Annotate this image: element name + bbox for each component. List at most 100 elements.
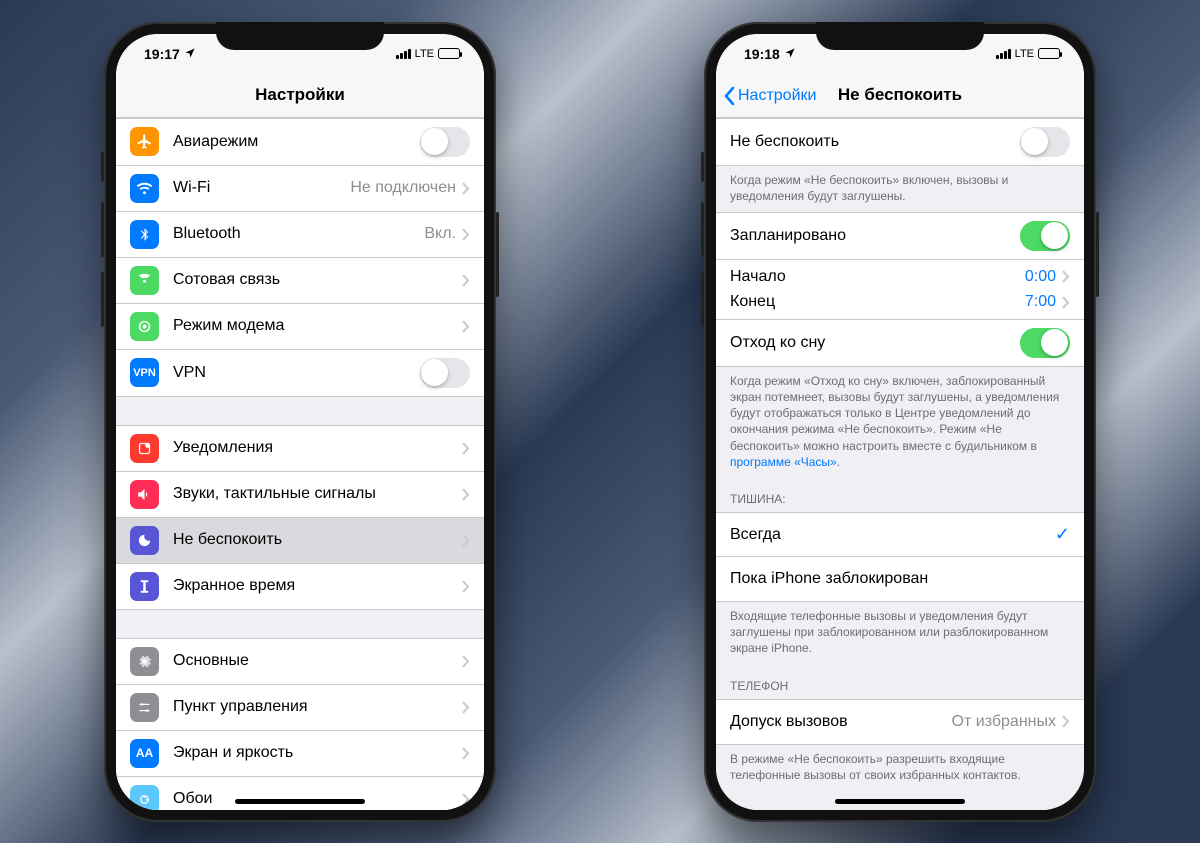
phone-header: ТЕЛЕФОН — [716, 665, 1084, 699]
status-time: 19:17 — [144, 46, 180, 62]
chevron-icon — [462, 793, 470, 806]
settings-row-notifications[interactable]: Уведомления — [116, 426, 484, 472]
settings-list[interactable]: АвиарежимWi-FiНе подключенBluetoothВкл.С… — [116, 118, 484, 810]
chevron-icon — [462, 320, 470, 333]
row-label: Экранное время — [173, 577, 462, 595]
check-icon: ✓ — [1055, 524, 1070, 545]
wallpaper-icon — [130, 785, 159, 810]
chevron-icon — [462, 182, 470, 195]
row-label: Уведомления — [173, 439, 462, 457]
silence-locked-row[interactable]: Пока iPhone заблокирован — [716, 557, 1084, 601]
row-label: Всегда — [730, 526, 1055, 544]
nav-title: Настройки — [255, 85, 345, 105]
chevron-icon — [462, 228, 470, 241]
dnd-icon — [130, 526, 159, 555]
settings-row-airplane[interactable]: Авиарежим — [116, 119, 484, 166]
row-label: Конец — [730, 293, 1025, 311]
row-label: Звуки, тактильные сигналы — [173, 485, 462, 503]
clock-app-link[interactable]: программе «Часы» — [730, 455, 837, 469]
nav-bar: Настройки — [116, 74, 484, 118]
bluetooth-icon — [130, 220, 159, 249]
status-carrier: LTE — [1015, 48, 1034, 60]
row-label: Основные — [173, 652, 462, 670]
battery-icon — [1038, 48, 1060, 59]
silence-header: ТИШИНА: — [716, 478, 1084, 512]
cellular-icon — [130, 266, 159, 295]
chevron-icon — [1062, 715, 1070, 728]
settings-row-sounds[interactable]: Звуки, тактильные сигналы — [116, 472, 484, 518]
bedtime-footer: Когда режим «Отход ко сну» включен, забл… — [716, 367, 1084, 478]
chevron-icon — [462, 655, 470, 668]
hotspot-icon — [130, 312, 159, 341]
chevron-icon — [1062, 270, 1070, 283]
row-label: Пункт управления — [173, 698, 462, 716]
row-value: 0:00 — [1025, 268, 1056, 286]
bedtime-toggle[interactable] — [1020, 328, 1070, 358]
settings-row-bluetooth[interactable]: BluetoothВкл. — [116, 212, 484, 258]
settings-row-wallpaper[interactable]: Обои — [116, 777, 484, 810]
settings-row-screentime[interactable]: Экранное время — [116, 564, 484, 609]
screentime-icon — [130, 572, 159, 601]
back-button[interactable]: Настройки — [724, 74, 816, 118]
scheduled-row[interactable]: Запланировано — [716, 213, 1084, 260]
row-value: Вкл. — [424, 225, 456, 243]
chevron-icon — [462, 747, 470, 760]
airplane-icon — [130, 127, 159, 156]
phone-left: 19:17 LTE Настройки АвиарежимWi-FiНе под… — [104, 22, 496, 822]
settings-row-hotspot[interactable]: Режим модема — [116, 304, 484, 350]
settings-row-cellular[interactable]: Сотовая связь — [116, 258, 484, 304]
notch — [816, 22, 984, 50]
row-label: Допуск вызовов — [730, 713, 952, 731]
phone-right: 19:18 LTE Настройки Не беспокоить Не бес — [704, 22, 1096, 822]
toggle[interactable] — [420, 358, 470, 388]
dnd-settings[interactable]: Не беспокоить Когда режим «Не беспокоить… — [716, 118, 1084, 810]
row-value: Не подключен — [350, 179, 456, 197]
row-label: Экран и яркость — [173, 744, 462, 762]
silence-always-row[interactable]: Всегда ✓ — [716, 513, 1084, 557]
chevron-icon — [1062, 296, 1070, 309]
controlcenter-icon — [130, 693, 159, 722]
row-label: Wi-Fi — [173, 179, 350, 197]
settings-row-dnd[interactable]: Не беспокоить — [116, 518, 484, 564]
scheduled-toggle[interactable] — [1020, 221, 1070, 251]
settings-row-vpn[interactable]: VPN VPN — [116, 350, 484, 396]
signal-icon — [396, 49, 411, 59]
vpn-icon: VPN — [130, 358, 159, 387]
home-indicator[interactable] — [235, 799, 365, 804]
chevron-icon — [462, 534, 470, 547]
chevron-icon — [462, 701, 470, 714]
row-label: Отход ко сну — [730, 334, 1020, 352]
row-label: Bluetooth — [173, 225, 424, 243]
location-icon — [784, 46, 796, 62]
dnd-toggle[interactable] — [1020, 127, 1070, 157]
notch — [216, 22, 384, 50]
dnd-footer: Когда режим «Не беспокоить» включен, выз… — [716, 166, 1084, 212]
row-label: Начало — [730, 268, 1025, 286]
settings-row-display[interactable]: AAЭкран и яркость — [116, 731, 484, 777]
row-value: От избранных — [952, 713, 1056, 731]
bedtime-row[interactable]: Отход ко сну — [716, 320, 1084, 366]
notifications-icon — [130, 434, 159, 463]
allow-calls-footer: В режиме «Не беспокоить» разрешить входя… — [716, 745, 1084, 791]
back-label: Настройки — [738, 87, 816, 105]
sounds-icon — [130, 480, 159, 509]
home-indicator[interactable] — [835, 799, 965, 804]
settings-row-general[interactable]: Основные — [116, 639, 484, 685]
signal-icon — [996, 49, 1011, 59]
row-label: Сотовая связь — [173, 271, 462, 289]
toggle[interactable] — [420, 127, 470, 157]
chevron-icon — [462, 442, 470, 455]
general-icon — [130, 647, 159, 676]
settings-row-wifi[interactable]: Wi-FiНе подключен — [116, 166, 484, 212]
row-label: VPN — [173, 364, 420, 382]
dnd-toggle-row[interactable]: Не беспокоить — [716, 119, 1084, 165]
settings-row-controlcenter[interactable]: Пункт управления — [116, 685, 484, 731]
silence-footer: Входящие телефонные вызовы и уведомления… — [716, 602, 1084, 665]
allow-calls-row[interactable]: Допуск вызовов От избранных — [716, 700, 1084, 744]
row-label: Режим модема — [173, 317, 462, 335]
to-row[interactable]: Конец 7:00 — [716, 290, 1084, 320]
chevron-icon — [462, 580, 470, 593]
chevron-icon — [462, 488, 470, 501]
row-label: Не беспокоить — [173, 531, 462, 549]
from-row[interactable]: Начало 0:00 — [716, 260, 1084, 290]
